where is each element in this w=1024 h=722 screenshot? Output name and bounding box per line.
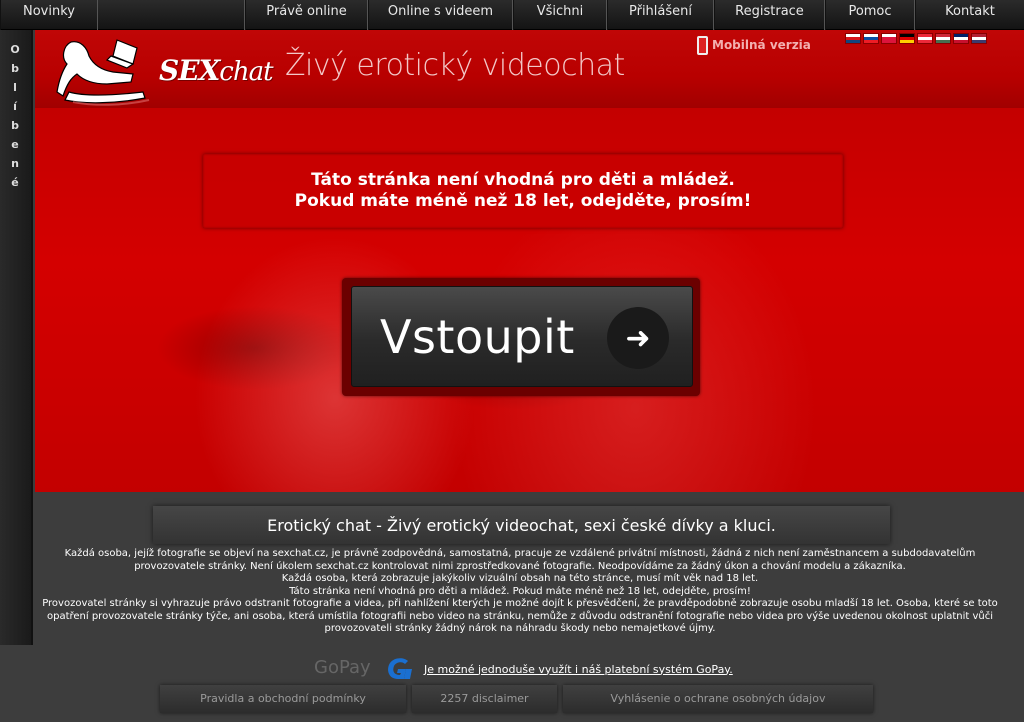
flag-uk-icon[interactable] [953, 33, 969, 44]
enter-button-label: Vstoupit [380, 309, 575, 364]
favorites-letter: n [11, 157, 19, 170]
flag-at-icon[interactable] [917, 33, 933, 44]
age-warning: Táto stránka není vhodná pro děti a mlád… [203, 154, 843, 228]
seo-title: Erotický chat - Živý erotický videochat,… [153, 506, 890, 544]
site-header: SEXchat Živý erotický videochat Mobilná … [35, 30, 1024, 108]
gopay-logo-text: GoPay [314, 657, 371, 678]
flag-cz-icon[interactable] [845, 33, 861, 44]
favorites-letter: í [13, 100, 17, 113]
nav-item-kontakt[interactable]: Kontakt [915, 0, 1024, 30]
mobile-version-label: Mobilná verzia [712, 38, 811, 52]
flag-pl-icon[interactable] [881, 33, 897, 44]
favorites-tab[interactable]: O b l í b e n é [0, 30, 33, 645]
age-warning-line1: Táto stránka není vhodná pro děti a mlád… [311, 170, 735, 190]
site-logo[interactable]: SEXchat [53, 34, 274, 106]
nav-item-novinky[interactable]: Novinky [0, 0, 98, 30]
disclaimer-paragraph: Táto stránka není vhodná pro děti a mlád… [289, 585, 751, 597]
logo-text-chat: chat [219, 57, 273, 87]
gopay-row: GoPay Je možné jednoduše využít i náš pl… [312, 655, 733, 683]
gopay-mark-icon [388, 658, 412, 679]
favorites-letter: é [11, 176, 19, 189]
footer-link-rules[interactable]: Pravidla a obchodní podmínky [160, 685, 406, 713]
nav-item-vsichni[interactable]: Všichni [513, 0, 607, 30]
flag-us-icon[interactable] [971, 33, 987, 44]
nav-item-prihlaseni[interactable]: Přihlášení [607, 0, 714, 30]
footer-links: Pravidla a obchodní podmínky 2257 discla… [160, 685, 873, 713]
footer-link-privacy[interactable]: Vyhlásenie o ochrane osobných údajov [563, 685, 873, 713]
enter-button-frame: Vstoupit ➜ [342, 278, 700, 396]
arrow-right-icon: ➜ [607, 307, 669, 369]
footer-link-2257[interactable]: 2257 disclaimer [412, 685, 557, 713]
flag-sk-icon[interactable] [863, 33, 879, 44]
hero-section: Táto stránka není vhodná pro děti a mlád… [35, 108, 1024, 492]
favorites-letter: b [11, 62, 19, 75]
legal-disclaimer: Každá osoba, jejíž fotografie se objeví … [40, 548, 1000, 636]
top-navigation: Novinky Právě online Online s videem Vši… [0, 0, 1024, 30]
site-tagline: Živý erotický videochat [285, 48, 625, 83]
nav-spacer [98, 0, 245, 30]
language-flags [845, 33, 987, 44]
logo-text-sex: SEX [159, 54, 220, 87]
disclaimer-paragraph: Každá osoba, která zobrazuje jakýkoliv v… [281, 573, 759, 584]
favorites-letter: b [11, 119, 19, 132]
gopay-logo: GoPay [312, 655, 384, 683]
enter-button[interactable]: Vstoupit ➜ [351, 286, 693, 387]
disclaimer-paragraph: Provozovatel stránky si vyhrazuje právo … [42, 598, 998, 634]
mobile-version-link[interactable]: Mobilná verzia [697, 34, 811, 56]
favorites-letter: O [10, 43, 20, 56]
nav-item-pomoc[interactable]: Pomoc [825, 0, 915, 30]
age-warning-line2: Pokud máte méně než 18 let, odejděte, pr… [294, 191, 752, 211]
mobile-phone-icon [697, 35, 708, 55]
nav-item-online-s-videem[interactable]: Online s videem [368, 0, 513, 30]
disclaimer-paragraph: Každá osoba, jejíž fotografie se objeví … [64, 548, 976, 572]
logo-text: SEXchat [159, 54, 274, 87]
favorites-label: O b l í b e n é [0, 40, 30, 192]
gopay-link[interactable]: Je možné jednoduše využít i náš platební… [424, 663, 733, 676]
flag-hu-icon[interactable] [935, 33, 951, 44]
nav-item-prave-online[interactable]: Právě online [245, 0, 368, 30]
favorites-letter: e [11, 138, 19, 151]
nav-item-registrace[interactable]: Registrace [714, 0, 825, 30]
flag-de-icon[interactable] [899, 33, 915, 44]
favorites-letter: l [13, 81, 17, 94]
